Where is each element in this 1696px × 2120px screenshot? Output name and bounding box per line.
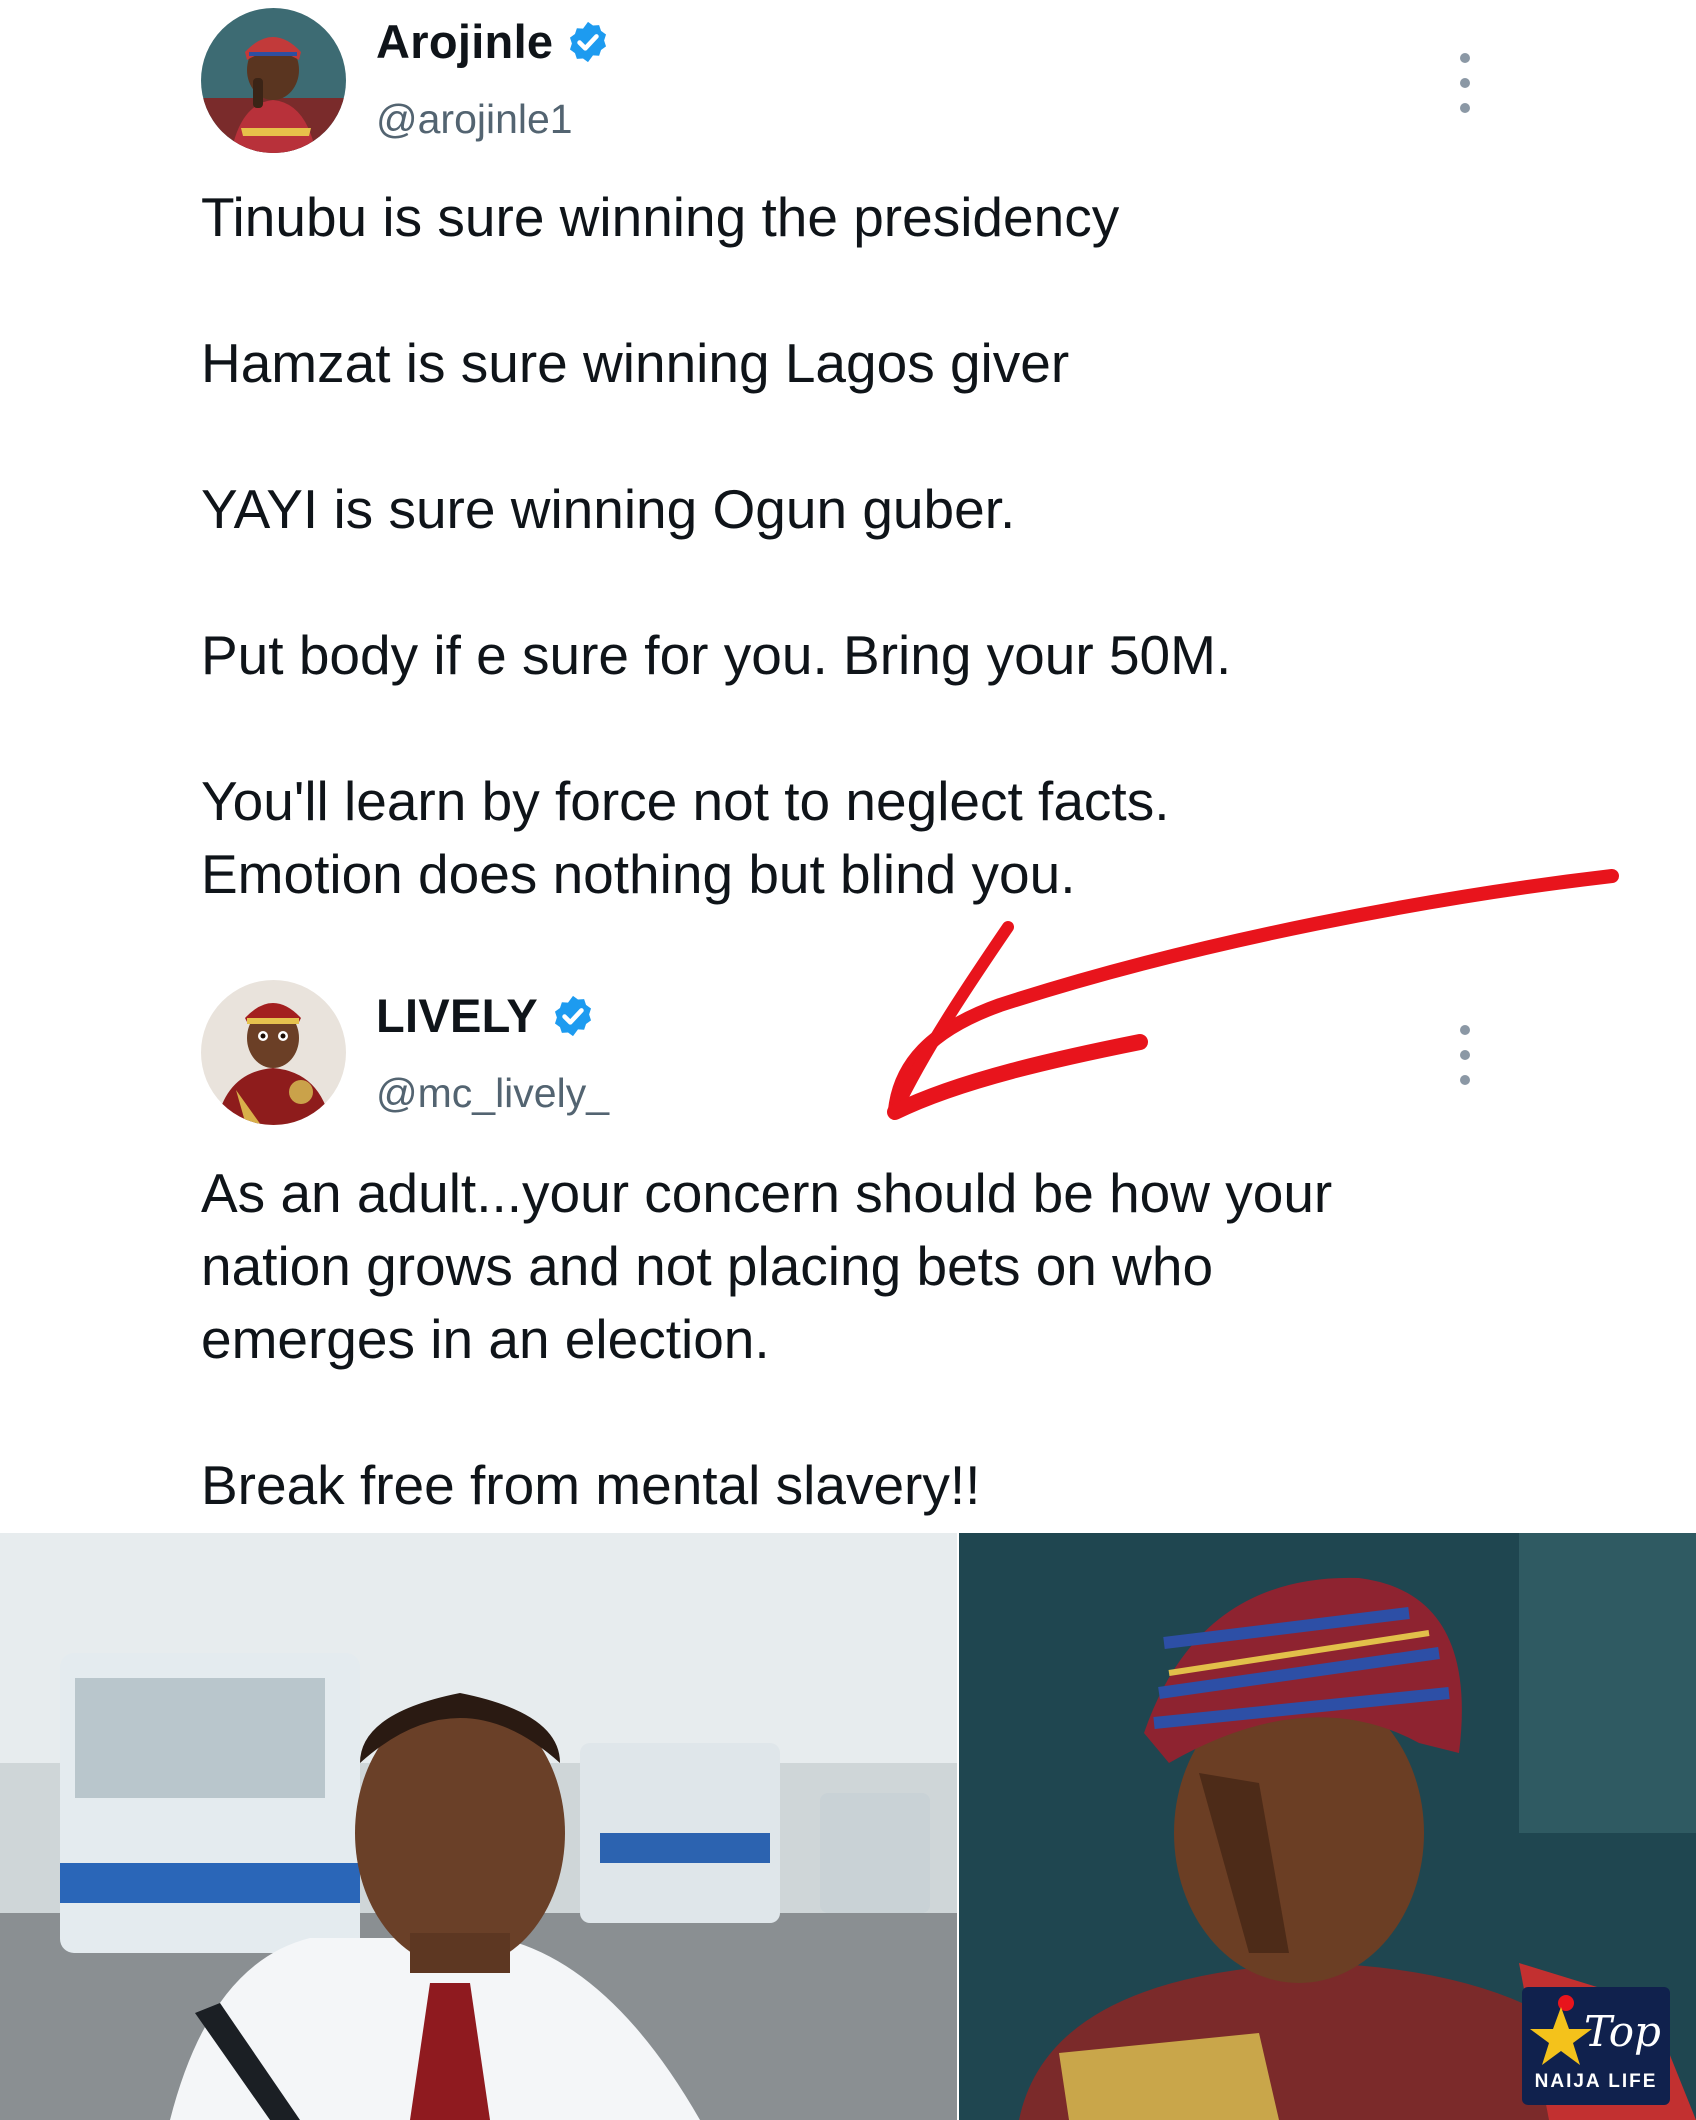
display-name[interactable]: Arojinle [376, 14, 553, 69]
tweet-text-line: YAYI is sure winning Ogun guber. [201, 478, 1016, 540]
tweet-text-line: You'll learn by force not to neglect fac… [201, 770, 1170, 832]
name-row: LIVELY [376, 988, 596, 1043]
verified-badge-icon [570, 21, 607, 62]
avatar-arojinle[interactable] [201, 8, 346, 153]
user-handle[interactable]: @mc_lively_ [376, 1070, 609, 1117]
verified-badge-icon [554, 995, 592, 1036]
photo-strip [0, 1533, 1696, 2120]
top-naija-life-logo: Top NAIJA LIFE [1522, 1987, 1670, 2105]
display-name[interactable]: LIVELY [376, 988, 538, 1043]
name-row: Arojinle [376, 14, 611, 69]
logo-subtitle: NAIJA LIFE [1534, 2071, 1658, 2092]
tweet-text-line: Tinubu is sure winning the presidency [201, 186, 1120, 248]
user-handle[interactable]: @arojinle1 [376, 96, 573, 143]
tweet-text-line: Hamzat is sure winning Lagos giver [201, 332, 1070, 394]
tweet-text-line: Break free from mental slavery!! [201, 1454, 981, 1516]
avatar-lively[interactable] [201, 980, 346, 1125]
tweet-text-line: As an adult...your concern should be how… [201, 1162, 1333, 1224]
tweet-text-line: nation grows and not placing bets on who [201, 1235, 1214, 1297]
logo-title: Top [1584, 2007, 1661, 2056]
more-options-icon[interactable] [1448, 1025, 1482, 1085]
photo-man-white-shirt[interactable] [0, 1533, 957, 2120]
more-options-icon[interactable] [1448, 53, 1482, 113]
tweet-text-line: Put body if e sure for you. Bring your 5… [201, 624, 1232, 686]
tweet-text-line: emerges in an election. [201, 1308, 770, 1370]
tweet-text-line: Emotion does nothing but blind you. [201, 843, 1076, 905]
